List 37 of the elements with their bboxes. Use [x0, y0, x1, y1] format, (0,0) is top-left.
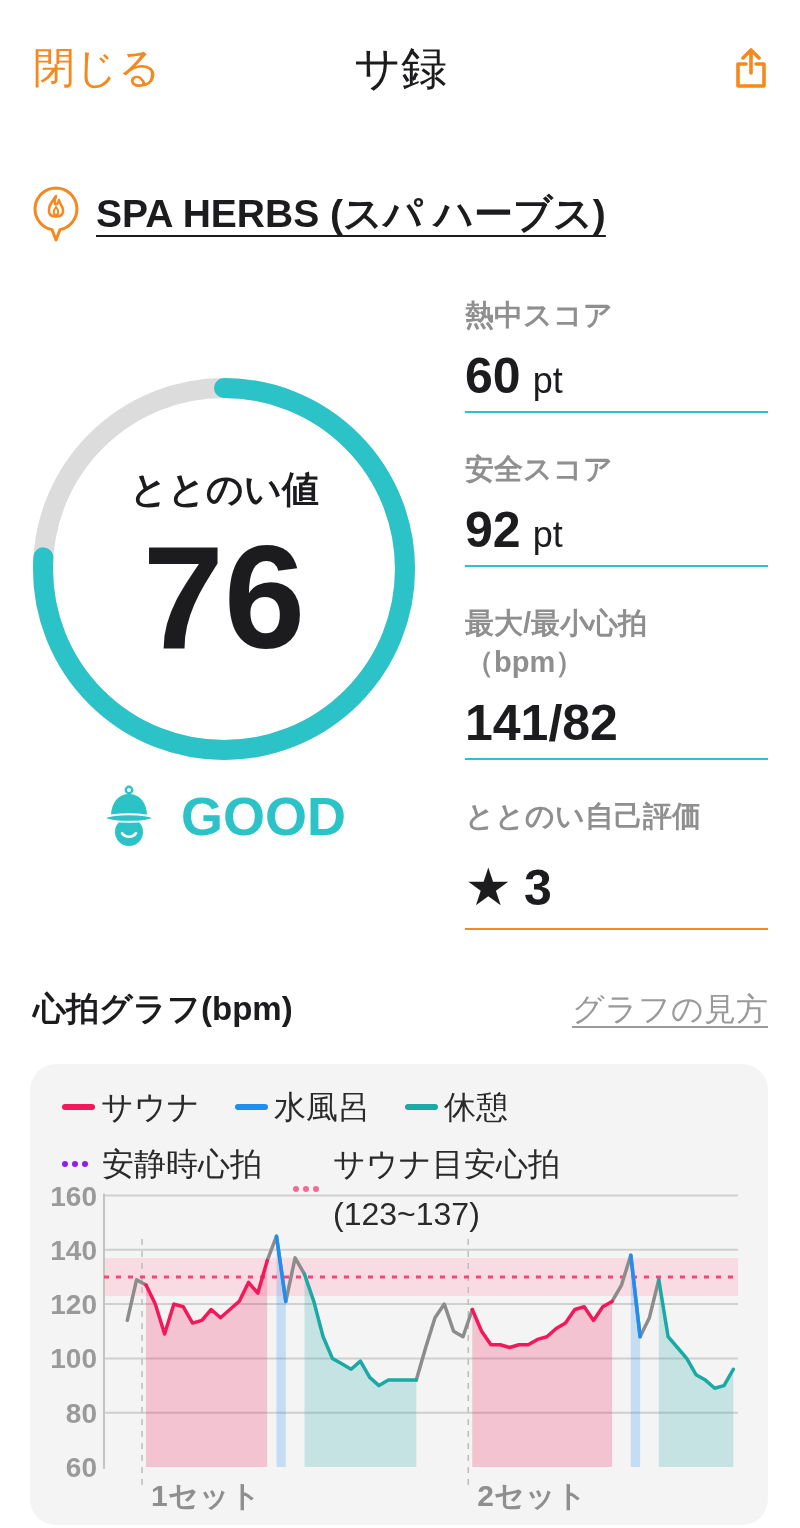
- section-title: 心拍グラフ(bpm): [33, 989, 293, 1029]
- stat-value: 141/82: [465, 695, 618, 751]
- close-button[interactable]: 閉じる: [33, 43, 161, 93]
- stat-value: 92: [465, 502, 521, 558]
- share-button[interactable]: [734, 47, 768, 89]
- axis-label: 160: [50, 1180, 97, 1212]
- axis-label: 100: [50, 1343, 97, 1375]
- gauge-value: 76: [142, 525, 306, 671]
- stat-value: 3: [524, 860, 552, 916]
- share-icon: [734, 47, 768, 89]
- stat-value: 60: [465, 348, 521, 404]
- help-link[interactable]: グラフの見方: [572, 987, 768, 1031]
- legend-note: (123~137): [333, 1197, 481, 1231]
- stat-label: 安全スコア: [465, 452, 614, 487]
- axis-label: 60: [65, 1452, 97, 1483]
- venue-link[interactable]: SPA HERBS (スパ ハーブス): [96, 191, 606, 237]
- stat-label: 熱中スコア: [465, 298, 614, 333]
- legend-label: サウナ目安心拍: [333, 1145, 560, 1184]
- set-label: 2セット: [477, 1479, 587, 1512]
- screen-title: サ録: [354, 41, 447, 96]
- axis-label: 80: [65, 1397, 97, 1429]
- stat-label-note: （bpm）: [465, 645, 586, 680]
- axis-label: 120: [50, 1289, 97, 1321]
- legend-label: 安静時心拍: [102, 1145, 262, 1184]
- grade-text: GOOD: [181, 786, 346, 846]
- location-flame-icon: [33, 186, 79, 242]
- star-icon: ★: [465, 859, 512, 915]
- stat-unit: pt: [532, 513, 563, 557]
- stat-unit: pt: [532, 359, 563, 403]
- legend-label: 水風呂: [274, 1088, 370, 1127]
- legend-label: 休憩: [444, 1088, 508, 1127]
- gauge-label: ととのい値: [129, 470, 319, 510]
- stat-label: 最大/最小心拍: [465, 606, 649, 641]
- axis-label: 140: [50, 1234, 97, 1266]
- legend-label: サウナ: [101, 1088, 200, 1127]
- stat-label: ととのい自己評価: [465, 799, 702, 834]
- set-label: 1セット: [150, 1479, 261, 1512]
